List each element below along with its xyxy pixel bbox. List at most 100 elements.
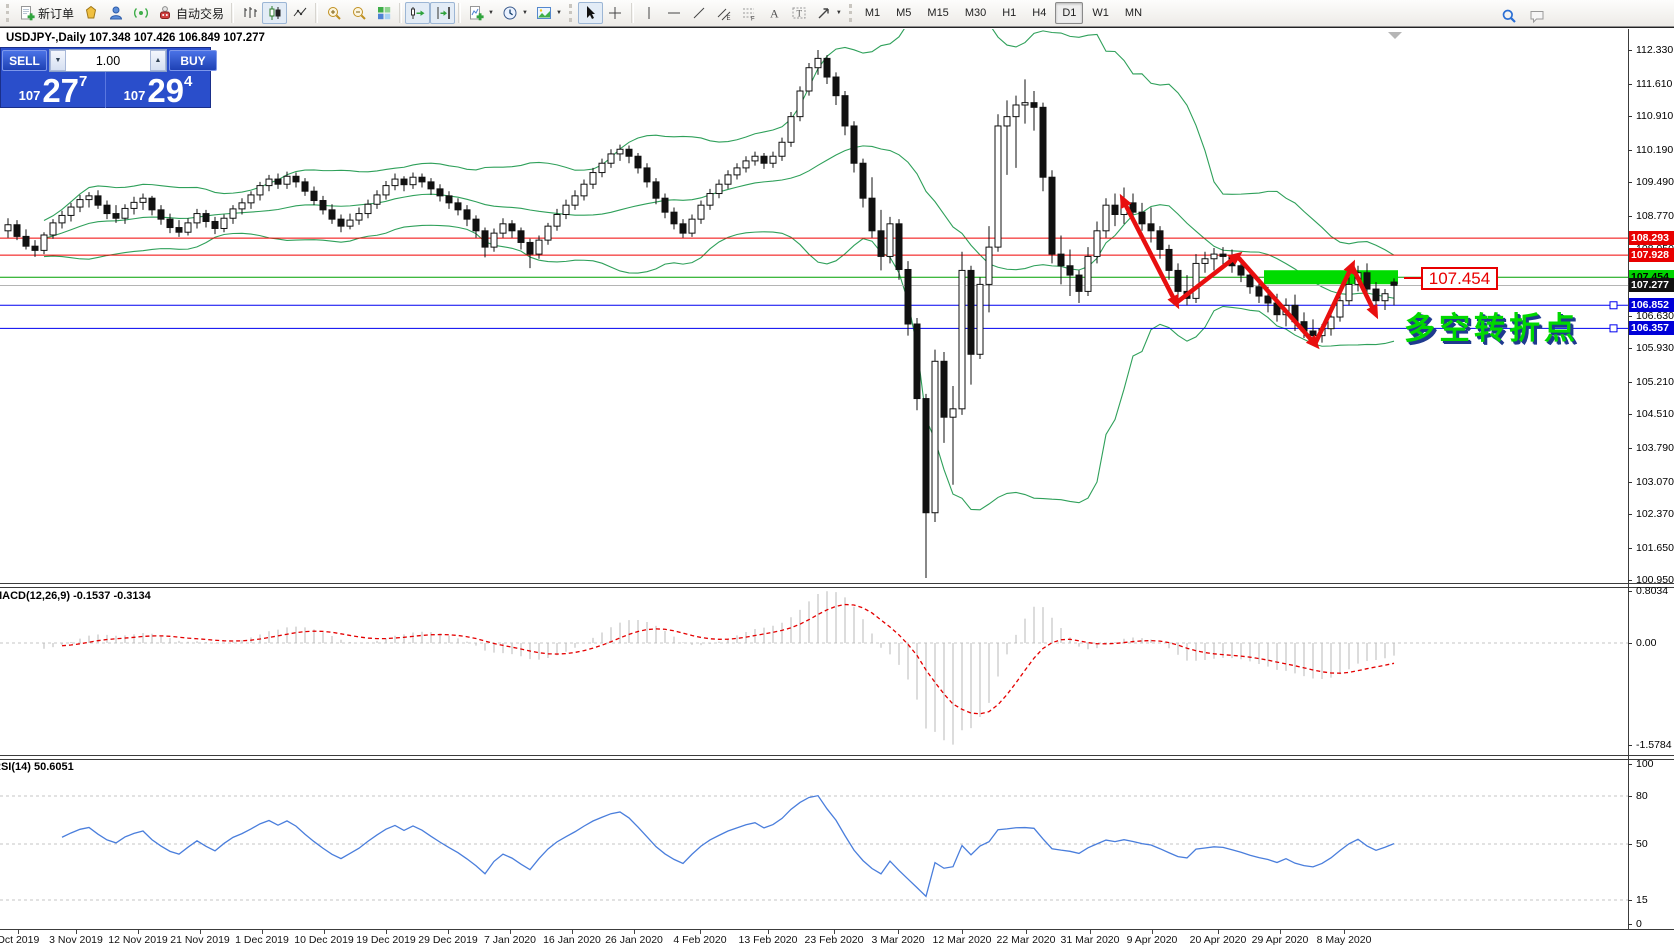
zigzag-segment[interactable] (1237, 256, 1315, 344)
rsi-axis-label: 0 (1636, 917, 1642, 931)
price-tick-label: 111.610 (1636, 77, 1672, 91)
date-tick-label: 19 Dec 2019 (356, 934, 416, 946)
toolbar-grip (6, 4, 12, 22)
date-tick-label: 12 Mar 2020 (933, 934, 992, 946)
vertical-line-button[interactable] (637, 2, 662, 24)
trendline-button[interactable] (687, 2, 712, 24)
auto-scroll-button[interactable] (405, 2, 430, 24)
date-tick-label: 12 Nov 2019 (108, 934, 168, 946)
new-order-label: 新订单 (38, 5, 74, 22)
price-chart-canvas[interactable] (0, 29, 1628, 583)
trendline-icon (691, 5, 707, 21)
price-tick-label: 102.370 (1636, 507, 1674, 521)
zoom-out-button[interactable] (346, 2, 371, 24)
svg-text:F: F (751, 17, 755, 22)
line-chart-icon (292, 5, 308, 21)
indicators-button[interactable]: ▼ (464, 2, 498, 24)
new-order-button[interactable]: 新订单 (15, 2, 78, 24)
axis-tick (1628, 84, 1632, 85)
autotrading-button[interactable]: 自动交易 (153, 2, 228, 24)
vertical-line-icon (641, 5, 657, 21)
date-tick-label: 3 Nov 2019 (49, 934, 103, 946)
arrows-icon (816, 5, 832, 21)
volume-input[interactable] (66, 50, 150, 71)
timeframe-button-mn[interactable]: MN (1118, 2, 1149, 24)
date-tick-label: 7 Jan 2020 (484, 934, 536, 946)
axis-tick (1628, 382, 1632, 383)
axis-tick (1628, 548, 1632, 549)
horizontal-line-button[interactable] (662, 2, 687, 24)
chevron-down-icon: ▼ (522, 10, 528, 16)
signals-button[interactable] (128, 2, 153, 24)
rsi-canvas[interactable] (0, 759, 1628, 929)
timeframe-button-m15[interactable]: M15 (920, 2, 955, 24)
timeframe-group: M1M5M15M30H1H4D1W1MN (858, 2, 1149, 24)
timeframe-button-m1[interactable]: M1 (858, 2, 887, 24)
text-label-button[interactable]: T (787, 2, 812, 24)
buy-price[interactable]: 107 29 4 (106, 72, 210, 108)
date-tick-label: 10 Dec 2019 (294, 934, 354, 946)
gold-badge-icon (83, 5, 99, 21)
autotrading-icon (157, 5, 173, 21)
macd-canvas[interactable] (0, 587, 1628, 755)
crosshair-button[interactable] (603, 2, 628, 24)
axis-tick (1628, 514, 1632, 515)
price-tick-label: 101.650 (1636, 541, 1674, 555)
channel-button[interactable]: E (712, 2, 737, 24)
periods-button[interactable]: ▼ (498, 2, 532, 24)
volume-increase-button[interactable]: ▲ (150, 50, 166, 71)
timeframe-button-w1[interactable]: W1 (1085, 2, 1116, 24)
one-click-trading-panel: SELL ▼ ▲ BUY 107 27 7 107 29 4 (0, 47, 211, 108)
volume-decrease-button[interactable]: ▼ (50, 50, 66, 71)
timeframe-button-h4[interactable]: H4 (1025, 2, 1053, 24)
chart-candles-button[interactable] (262, 2, 287, 24)
date-axis[interactable]: Oct 20193 Nov 201912 Nov 201921 Nov 2019… (0, 930, 1674, 949)
date-tick-label: 31 Mar 2020 (1061, 934, 1120, 946)
cursor-button[interactable] (578, 2, 603, 24)
profile-icon (108, 5, 124, 21)
zoom-in-button[interactable] (321, 2, 346, 24)
date-tick-label: 8 May 2020 (1317, 934, 1372, 946)
chat-button[interactable] (1524, 5, 1549, 27)
timeframe-button-h1[interactable]: H1 (995, 2, 1023, 24)
rsi-axis-label: 15 (1636, 893, 1648, 907)
svg-text:A: A (770, 7, 779, 21)
templates-button[interactable]: ▼ (532, 2, 566, 24)
highlight-rectangle[interactable] (1264, 270, 1398, 284)
price-tick-label: 110.190 (1636, 143, 1673, 157)
date-tick-label: 1 Dec 2019 (235, 934, 289, 946)
buy-button[interactable]: BUY (169, 50, 217, 71)
template-icon (536, 5, 552, 21)
sell-price[interactable]: 107 27 7 (1, 72, 106, 108)
price-tick-label: 109.490 (1636, 175, 1674, 189)
buy-price-big: 29 (147, 76, 184, 106)
chart-bars-button[interactable] (237, 2, 262, 24)
profile-button[interactable] (103, 2, 128, 24)
timeframe-button-d1[interactable]: D1 (1055, 2, 1083, 24)
toolbar-grip (849, 4, 855, 22)
chart-shift-button[interactable] (430, 2, 455, 24)
gold-badge-button[interactable] (78, 2, 103, 24)
turning-point-note: 多空转折点 (1404, 303, 1579, 348)
buy-price-pip: 4 (184, 73, 192, 90)
arrows-button[interactable]: ▼ (812, 2, 846, 24)
chart-area: USDJPY-,Daily 107.348 107.426 106.849 10… (0, 27, 1674, 949)
search-button[interactable] (1496, 5, 1521, 27)
line-handle[interactable] (1610, 325, 1617, 332)
timeframe-button-m5[interactable]: M5 (889, 2, 918, 24)
chart-line-button[interactable] (287, 2, 312, 24)
tile-windows-button[interactable] (371, 2, 396, 24)
fibonacci-icon: F (741, 5, 757, 21)
chart-shift-marker[interactable] (1388, 32, 1402, 39)
price-tick-label: 110.910 (1636, 109, 1673, 123)
chevron-down-icon: ▼ (556, 10, 562, 16)
svg-text:T: T (797, 9, 803, 19)
sell-button[interactable]: SELL (2, 50, 47, 71)
fibonacci-button[interactable]: F (737, 2, 762, 24)
axis-tick (1628, 316, 1632, 317)
text-button[interactable]: A (762, 2, 787, 24)
rsi-axis-label: 100 (1636, 757, 1654, 771)
timeframe-button-m30[interactable]: M30 (958, 2, 993, 24)
line-handle[interactable] (1610, 302, 1617, 309)
price-tick-label: 112.330 (1636, 43, 1673, 57)
